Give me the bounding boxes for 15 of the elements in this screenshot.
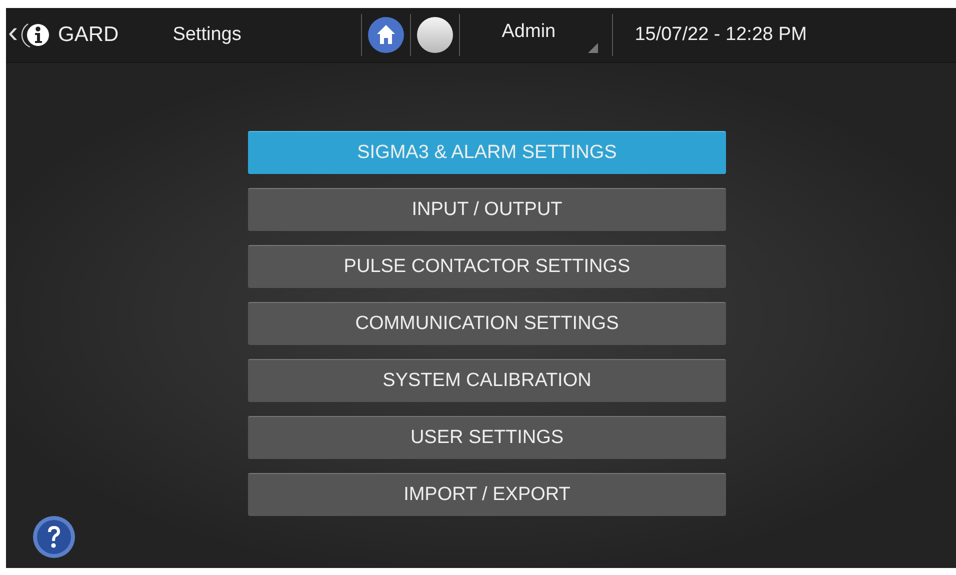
- user-dropdown[interactable]: Admin: [466, 13, 606, 57]
- menu-button[interactable]: USER SETTINGS: [248, 416, 726, 459]
- menu-button[interactable]: PULSE CONTACTOR SETTINGS: [248, 245, 726, 288]
- home-icon[interactable]: [368, 17, 404, 53]
- menu-button[interactable]: COMMUNICATION SETTINGS: [248, 302, 726, 345]
- menu-button[interactable]: INPUT / OUTPUT: [248, 188, 726, 231]
- dropdown-corner-icon: [588, 43, 598, 53]
- status-indicator-icon: [416, 17, 453, 53]
- back-button[interactable]: ‹: [6, 16, 20, 54]
- menu-button[interactable]: IMPORT / EXPORT: [248, 473, 726, 516]
- date-time: 15/07/22 - 12:28 PM: [634, 24, 807, 46]
- help-icon[interactable]: [32, 515, 76, 559]
- page-title: Settings: [172, 24, 242, 46]
- brand-name: GARD: [58, 23, 119, 47]
- menu-button[interactable]: SYSTEM CALIBRATION: [248, 359, 726, 402]
